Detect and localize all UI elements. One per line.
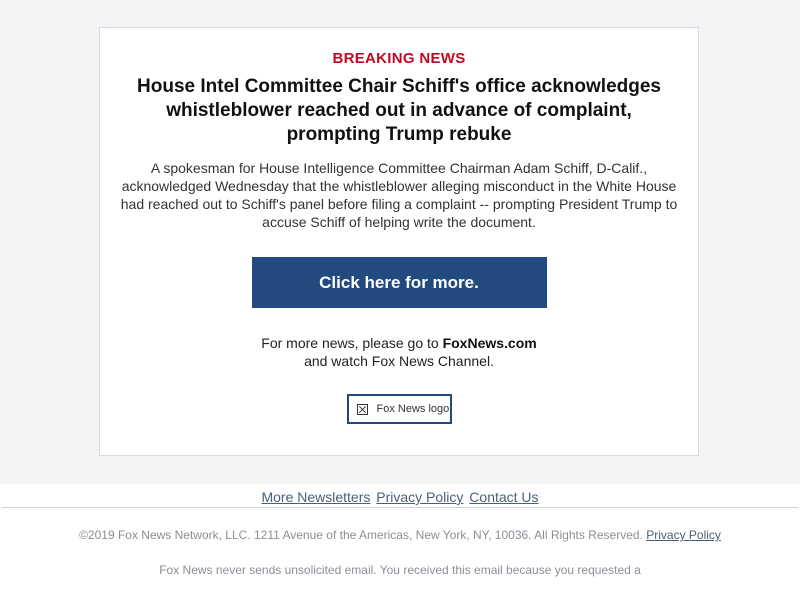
logo-alt-text: Fox News logo — [376, 403, 450, 415]
more-news-line2: and watch Fox News Channel. — [304, 353, 494, 369]
contact-us-link[interactable]: Contact Us — [469, 489, 538, 505]
breaking-news-card: BREAKING NEWS House Intel Committee Chai… — [99, 27, 699, 456]
footer-divider — [2, 507, 798, 508]
article-headline: House Intel Committee Chair Schiff's off… — [137, 76, 661, 145]
click-for-more-button[interactable]: Click here for more. — [251, 257, 547, 308]
fox-news-logo-link[interactable]: Fox News logo — [346, 394, 452, 424]
copyright-text: ©2019 Fox News Network, LLC. 1211 Avenue… — [79, 528, 643, 542]
article-summary: A spokesman for House Intelligence Commi… — [120, 160, 678, 230]
email-background: BREAKING NEWS House Intel Committee Chai… — [0, 0, 800, 484]
breaking-news-label: BREAKING NEWS — [332, 50, 466, 67]
foxnews-link[interactable]: FoxNews.com — [443, 335, 537, 351]
more-newsletters-link[interactable]: More Newsletters — [261, 489, 370, 505]
more-news-text: For more news, please go to FoxNews.com … — [100, 334, 698, 370]
email-disclaimer: Fox News never sends unsolicited email. … — [159, 563, 641, 577]
privacy-policy-link[interactable]: Privacy Policy — [376, 489, 463, 505]
copyright-notice: ©2019 Fox News Network, LLC. 1211 Avenue… — [0, 527, 800, 543]
broken-image-icon — [356, 403, 368, 415]
footer-links: More Newsletters Privacy Policy Contact … — [0, 488, 800, 506]
more-news-prefix: For more news, please go to — [261, 335, 443, 351]
copyright-privacy-policy-link[interactable]: Privacy Policy — [646, 528, 721, 542]
